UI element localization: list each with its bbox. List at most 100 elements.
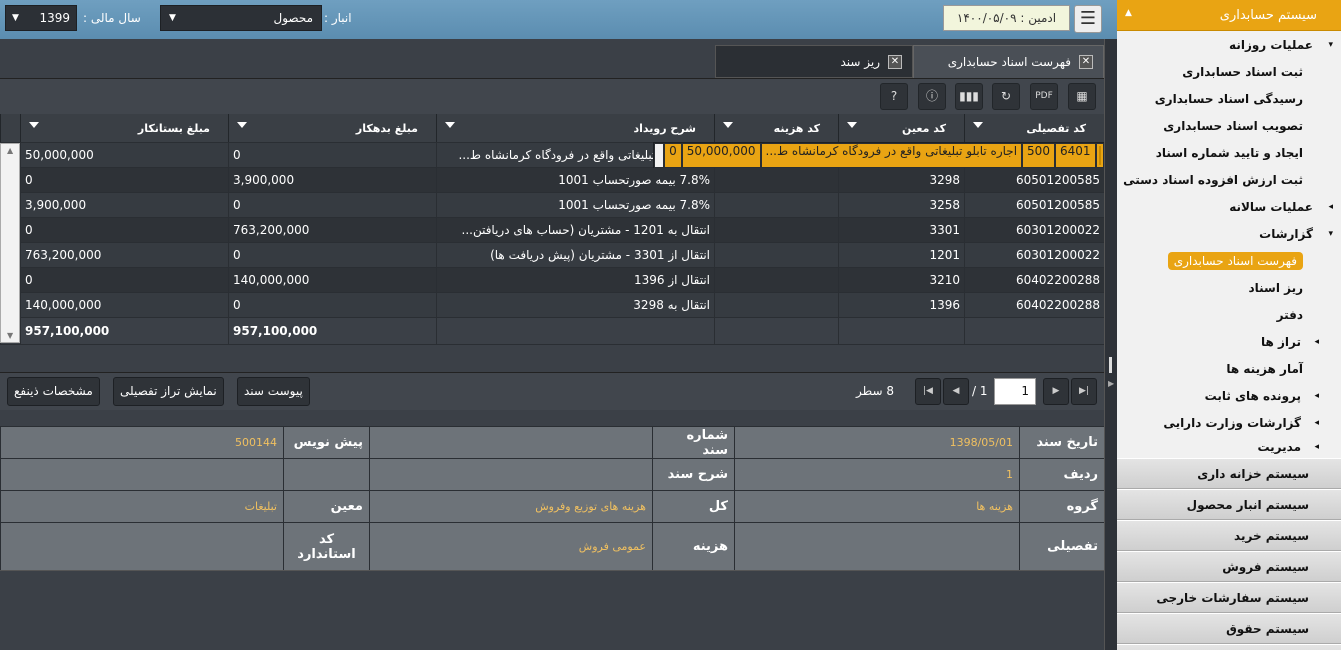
column-header[interactable]: مبلغ بدهکار (228, 114, 437, 142)
table-cell[interactable]: 60301200022 (964, 242, 1105, 268)
info-icon[interactable]: ⓘ (918, 83, 946, 110)
table-cell[interactable]: 7.8% بیمه صورتحساب 1001 (436, 167, 715, 193)
pdf-export-icon[interactable]: PDF (1030, 83, 1058, 110)
filter-icon[interactable] (847, 122, 857, 128)
table-cell[interactable] (714, 192, 839, 218)
table-cell[interactable]: انتقال به 3298 (436, 292, 715, 318)
table-cell[interactable]: 0 (20, 217, 229, 243)
table-cell[interactable]: انتقال از 1396 (436, 267, 715, 293)
table-cell[interactable] (714, 217, 839, 243)
table-row[interactable]: 60501200585 3258 7.8% بیمه صورتحساب 1001 0 3… (0, 192, 1105, 218)
column-header[interactable]: کد معین (838, 114, 965, 142)
table-cell[interactable]: 0 (228, 292, 437, 318)
sidebar-system-item[interactable]: سیستم انبار محصول (1117, 489, 1341, 520)
filter-icon[interactable] (237, 122, 247, 128)
table-cell[interactable]: 3298 (838, 167, 965, 193)
prev-page-icon[interactable]: ◀ (943, 378, 969, 405)
filter-icon[interactable] (445, 122, 455, 128)
table-cell[interactable]: 3,900,000 (228, 167, 437, 193)
table-cell[interactable]: 140,000,000 (20, 292, 229, 318)
warehouse-select[interactable]: محصول ▼ (160, 5, 322, 31)
column-header[interactable]: کد هزینه (714, 114, 839, 142)
hamburger-menu-icon[interactable]: ☰ (1074, 5, 1102, 33)
sidebar-system-item[interactable]: سیستم فروش (1117, 551, 1341, 582)
sidebar-item[interactable]: ایجاد و تایید شماره اسناد (1117, 139, 1341, 166)
table-row[interactable]: 60501200585 3298 7.8% بیمه صورتحساب 1001 3,… (0, 167, 1105, 193)
table-row[interactable]: 6401 500 اجاره تابلو تبلیغاتی واقع در فرود… (653, 142, 1105, 168)
sidebar-item[interactable]: دفتر (1117, 301, 1341, 328)
sidebar-system-item[interactable]: سیستم خرید (1117, 520, 1341, 551)
sidebar-item[interactable]: ▾ عملیات روزانه (1117, 31, 1341, 58)
sidebar-item[interactable]: آمار هزینه ها (1117, 355, 1341, 382)
scroll-down-icon[interactable]: ▼ (7, 331, 13, 340)
sidebar-item[interactable]: رسیدگی اسناد حسابداری (1117, 85, 1341, 112)
table-cell[interactable]: 763,200,000 (20, 242, 229, 268)
page-input[interactable]: 1 (994, 378, 1036, 405)
table-cell[interactable]: 0 (20, 267, 229, 293)
column-header[interactable]: شرح رویداد (436, 114, 715, 142)
panel-splitter[interactable]: ▶ (1104, 39, 1117, 650)
tab-document-detail[interactable]: ✕ ریز سند (715, 45, 913, 78)
chevron-right-icon[interactable]: ▶ (1108, 379, 1114, 388)
table-cell[interactable]: 140,000,000 (228, 267, 437, 293)
table-cell[interactable]: 0 (228, 192, 437, 218)
table-row[interactable]: 60301200022 1201 انتقال از 3301 - مشتریان … (0, 242, 1105, 268)
table-cell[interactable] (714, 267, 839, 293)
first-page-icon[interactable]: ▶| (1071, 378, 1097, 405)
table-cell[interactable]: 60301200022 (964, 217, 1105, 243)
help-button[interactable]: ? (880, 83, 908, 110)
table-cell[interactable]: 50,000,000 (681, 142, 761, 168)
sidebar-system-item[interactable]: سیستم پرسنلی (1117, 644, 1341, 650)
table-cell[interactable]: 7.8% بیمه صورتحساب 1001 (436, 192, 715, 218)
table-cell[interactable]: 60501200585 (964, 192, 1105, 218)
sidebar-item[interactable]: تصویب اسناد حسابداری (1117, 112, 1341, 139)
sidebar-item[interactable]: ثبت اسناد حسابداری (1117, 58, 1341, 85)
grid-scrollbar[interactable]: ▲ ▼ (0, 143, 20, 343)
table-cell[interactable]: 0 (664, 142, 682, 168)
last-page-icon[interactable]: |◀ (915, 378, 941, 405)
table-cell[interactable]: 763,200,000 (228, 217, 437, 243)
beneficiary-button[interactable]: مشخصات ذینفع (7, 377, 100, 406)
table-cell[interactable]: 500 (1022, 142, 1055, 168)
table-cell[interactable]: انتقال از 3301 - مشتریان (پیش دریافت ها) (436, 242, 715, 268)
table-cell[interactable]: 0 (20, 167, 229, 193)
close-icon[interactable]: ✕ (1079, 55, 1093, 69)
sidebar-top-system[interactable]: سیستم حسابداری ▲ (1117, 0, 1341, 31)
columns-icon[interactable]: ▮▮▮ (955, 83, 983, 110)
sidebar-system-item[interactable]: سیستم سفارشات خارجی (1117, 582, 1341, 613)
attach-document-button[interactable]: پیوست سند (237, 377, 310, 406)
column-header[interactable]: مبلغ بستانکار (20, 114, 229, 142)
sidebar-item[interactable]: فهرست اسناد حسابداری (1117, 247, 1341, 274)
cell-editor[interactable] (1098, 145, 1101, 165)
excel-export-icon[interactable]: ▦ (1068, 83, 1096, 110)
table-cell[interactable]: 3258 (838, 192, 965, 218)
sidebar-item[interactable]: ◂ مدیریت (1117, 436, 1341, 458)
filter-icon[interactable] (723, 122, 733, 128)
splitter-handle[interactable] (1109, 357, 1112, 373)
table-cell[interactable] (714, 242, 839, 268)
sidebar-item[interactable]: ◂ گزارشات وزارت دارایی (1117, 409, 1341, 436)
table-cell[interactable]: 1396 (838, 292, 965, 318)
sidebar-item[interactable]: ریز اسناد (1117, 274, 1341, 301)
show-ledger-button[interactable]: نمایش تراز تفصیلی (113, 377, 224, 406)
filter-icon[interactable] (29, 122, 39, 128)
table-cell[interactable] (714, 167, 839, 193)
tab-document-list[interactable]: ✕ فهرست اسناد حسابداری (913, 45, 1104, 78)
table-cell[interactable]: 3,900,000 (20, 192, 229, 218)
table-cell[interactable]: 50,000,000 (20, 142, 229, 168)
sidebar-system-item[interactable]: سیستم خزانه داری (1117, 458, 1341, 489)
table-cell[interactable]: 60501200585 (964, 167, 1105, 193)
close-icon[interactable]: ✕ (888, 54, 902, 69)
table-cell[interactable]: 3210 (838, 267, 965, 293)
table-row[interactable]: 60402200288 3210 انتقال از 1396 140,000,000… (0, 267, 1105, 293)
table-row[interactable]: 60402200288 1396 انتقال به 3298 0 140,000,00… (0, 292, 1105, 318)
table-cell[interactable]: 6401 (1054, 142, 1096, 168)
table-cell[interactable]: 1201 (838, 242, 965, 268)
table-cell[interactable]: 60402200288 (964, 292, 1105, 318)
table-cell[interactable]: اجاره تابلو تبلیغاتی واقع در فرودگاه کرم… (760, 142, 1023, 168)
table-cell[interactable]: انتقال به 1201 - مشتریان (حساب های دریاف… (436, 217, 715, 243)
table-cell[interactable] (714, 292, 839, 318)
filter-icon[interactable] (973, 122, 983, 128)
sidebar-item[interactable]: ▾ گزارشات (1117, 220, 1341, 247)
next-page-icon[interactable]: ▶ (1043, 378, 1069, 405)
